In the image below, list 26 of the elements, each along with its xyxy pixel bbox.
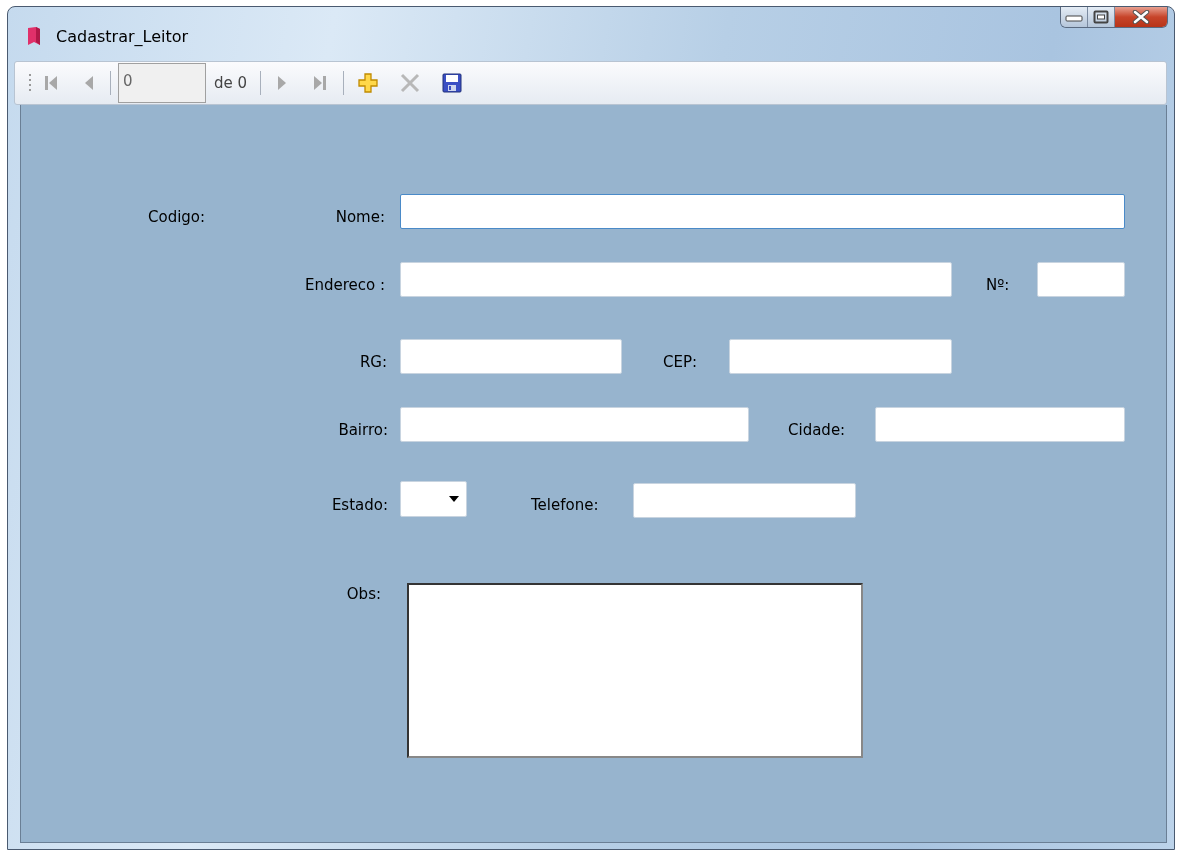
book-icon — [26, 26, 42, 46]
minimize-icon — [1064, 12, 1084, 22]
field-label: Obs: — [346, 585, 381, 603]
field-label: Codigo: — [148, 208, 206, 226]
maximize-button[interactable] — [1088, 7, 1115, 27]
close-icon — [1132, 10, 1150, 24]
toolbar-grip-icon[interactable] — [29, 74, 32, 92]
field-label: Nº: — [986, 276, 1010, 294]
notes-field[interactable] — [407, 583, 863, 758]
close-button[interactable] — [1115, 7, 1167, 27]
maximize-icon — [1093, 10, 1109, 24]
field-label: Cidade: — [788, 421, 846, 439]
field-label: Bairro: — [338, 421, 388, 439]
field-label: Endereco : — [304, 276, 385, 294]
position-field[interactable]: 0 — [118, 63, 206, 103]
field-label: Estado: — [331, 496, 388, 514]
plus-icon[interactable] — [358, 73, 379, 93]
field-label: Telefone: — [531, 496, 599, 514]
field-label: Nome: — [335, 208, 385, 226]
text-field[interactable] — [400, 194, 1125, 229]
caret-icon — [449, 496, 459, 502]
field-label: RG: — [359, 353, 387, 371]
record-count: de 0 — [214, 74, 248, 92]
window-title: Cadastrar_Leitor — [56, 26, 189, 46]
state-dropdown[interactable] — [400, 481, 467, 517]
field-label: CEP: — [663, 353, 698, 371]
